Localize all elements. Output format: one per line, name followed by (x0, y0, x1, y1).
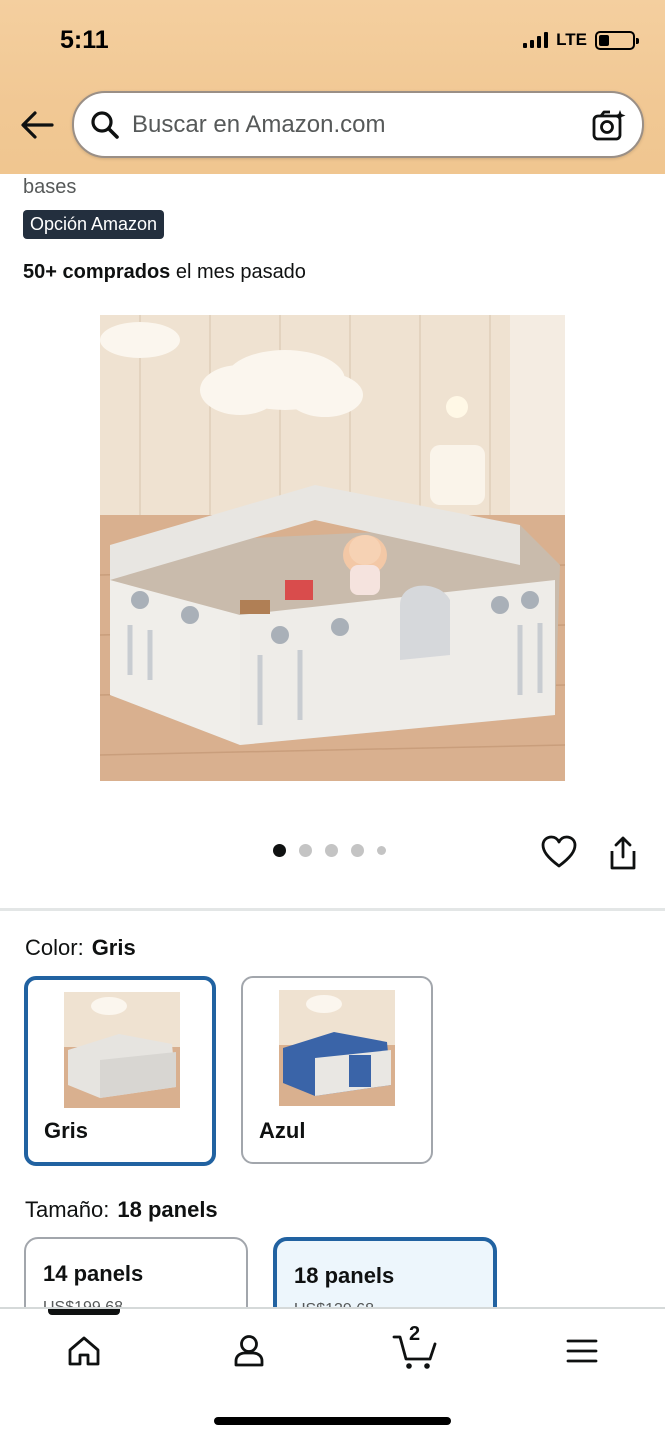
carousel-dot[interactable] (273, 844, 286, 857)
cart-count-badge: 2 (409, 1323, 421, 1345)
color-option-azul[interactable]: Azul (241, 976, 433, 1164)
menu-icon (566, 1339, 598, 1363)
share-icon (610, 836, 636, 870)
color-label: Color: Gris (25, 935, 136, 961)
nav-menu[interactable] (558, 1329, 606, 1373)
size-option-label: 14 panels (43, 1261, 144, 1286)
account-icon (234, 1335, 264, 1367)
product-title-fragment[interactable]: bases (23, 176, 76, 199)
product-image[interactable] (100, 315, 565, 781)
status-indicators: LTE (523, 30, 639, 50)
battery-icon (595, 30, 639, 50)
share-button[interactable] (605, 833, 641, 873)
size-label-text: Tamaño: (25, 1197, 110, 1222)
carousel-dot[interactable] (377, 846, 386, 855)
nav-account[interactable] (225, 1329, 273, 1373)
search-icon (90, 110, 120, 140)
color-option-label: Gris (44, 1118, 89, 1143)
camera-search-icon[interactable] (590, 107, 628, 145)
size-label: Tamaño: 18 panels (25, 1197, 218, 1223)
home-icon (68, 1336, 100, 1366)
color-option-thumbnail (64, 992, 180, 1108)
nav-cart[interactable]: 2 (391, 1323, 439, 1373)
bought-count-bold: 50+ comprados (23, 261, 171, 283)
back-button[interactable] (18, 106, 56, 144)
carousel-dot[interactable] (325, 844, 338, 857)
bought-count-rest: el mes pasado (170, 261, 306, 283)
active-tab-indicator (48, 1309, 120, 1315)
search-bar[interactable] (72, 91, 644, 158)
home-indicator[interactable] (214, 1417, 451, 1425)
signal-icon (523, 32, 549, 48)
color-option-label: Azul (259, 1118, 306, 1143)
heart-icon (541, 835, 577, 868)
nav-home[interactable] (60, 1329, 108, 1373)
section-divider (0, 908, 665, 911)
wishlist-button[interactable] (540, 833, 578, 871)
color-label-text: Color: (25, 935, 84, 960)
header: 5:11 LTE (0, 0, 665, 174)
amazon-choice-badge: Opción Amazon (23, 210, 165, 239)
color-option-thumbnail (279, 990, 395, 1106)
color-option-gris[interactable]: Gris (24, 976, 216, 1166)
search-input[interactable] (132, 110, 572, 139)
status-time: 5:11 (60, 26, 109, 54)
size-option-label: 18 panels (294, 1263, 395, 1288)
carousel-dot[interactable] (351, 844, 364, 857)
color-selected-value: Gris (91, 935, 136, 960)
back-arrow-icon (21, 111, 54, 139)
bought-count: 50+ comprados el mes pasado (23, 261, 306, 284)
image-carousel-dots[interactable] (273, 844, 386, 857)
network-label: LTE (556, 30, 587, 49)
size-selected-value: 18 panels (117, 1197, 218, 1222)
carousel-dot[interactable] (299, 844, 312, 857)
